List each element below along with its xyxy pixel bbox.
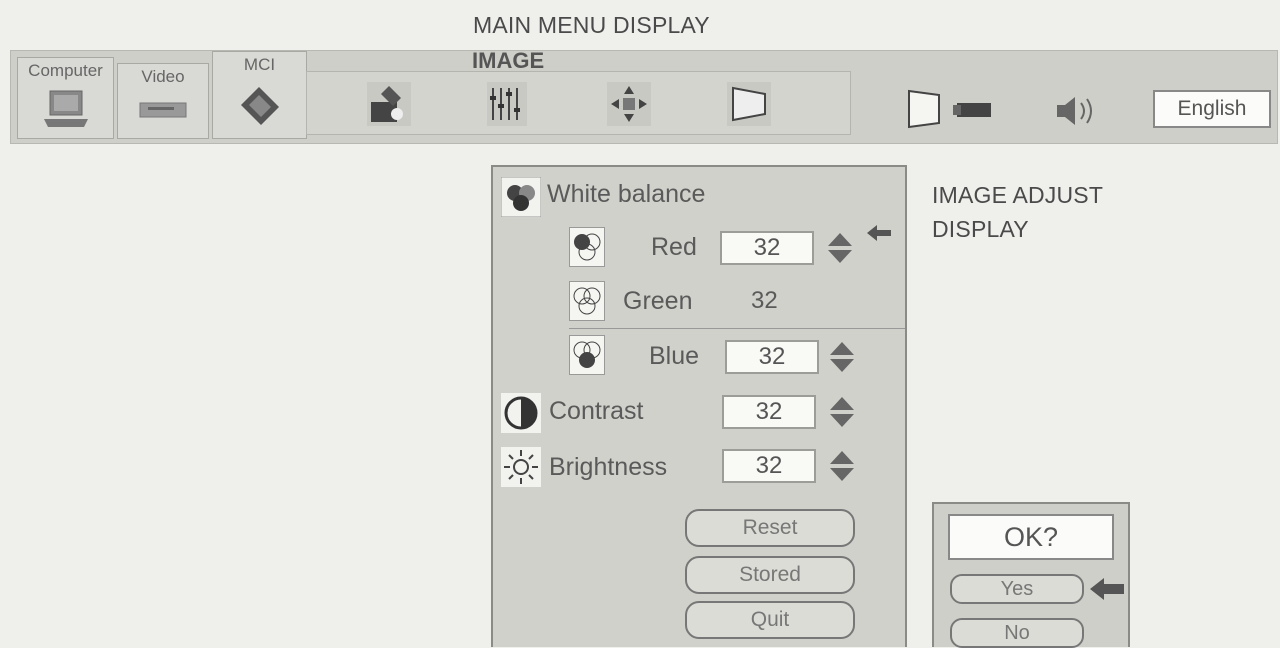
- image-adjust-icon[interactable]: [367, 82, 411, 126]
- confirm-dialog: OK? Yes No: [932, 502, 1130, 648]
- projector-icon[interactable]: [953, 95, 997, 125]
- red-stepper[interactable]: [827, 231, 853, 265]
- yes-button[interactable]: Yes: [950, 574, 1084, 604]
- contrast-label: Contrast: [549, 397, 644, 425]
- tab-mci[interactable]: MCI: [212, 51, 307, 139]
- caption-line-1: IMAGE ADJUST: [932, 182, 1104, 208]
- keystone-icon[interactable]: [727, 82, 771, 126]
- tab-video-label: Video: [141, 67, 185, 86]
- tab-video[interactable]: Video: [117, 63, 209, 139]
- laptop-icon: [43, 90, 88, 127]
- brightness-stepper[interactable]: [829, 449, 855, 483]
- stored-button[interactable]: Stored: [685, 556, 855, 594]
- green-icon: [569, 281, 605, 321]
- caption-line-2: DISPLAY: [932, 216, 1029, 242]
- confirm-title: OK?: [948, 514, 1114, 560]
- red-value-field[interactable]: 32: [720, 231, 814, 265]
- speaker-icon[interactable]: [1051, 91, 1101, 131]
- image-adjust-panel: White balance Red 32 Green 32 Blue 32 Co…: [491, 165, 907, 647]
- tab-computer[interactable]: Computer: [17, 57, 114, 139]
- image-adjust-caption: IMAGE ADJUST DISPLAY: [932, 178, 1103, 246]
- contrast-value-field[interactable]: 32: [722, 395, 816, 429]
- green-label: Green: [623, 287, 693, 315]
- mci-card-icon: [240, 87, 279, 125]
- vcr-icon: [139, 102, 187, 118]
- contrast-icon: [501, 393, 541, 433]
- blue-label: Blue: [649, 342, 700, 370]
- blue-value-field[interactable]: 32: [725, 340, 819, 374]
- divider: [569, 328, 905, 329]
- image-submenu-panel: IMAGE: [306, 48, 851, 135]
- brightness-icon: [501, 447, 541, 487]
- tab-computer-label: Computer: [28, 61, 103, 80]
- blue-stepper[interactable]: [829, 340, 855, 374]
- screen-position-icon[interactable]: [607, 82, 651, 126]
- main-menu-caption: MAIN MENU DISPLAY: [473, 12, 710, 38]
- language-button[interactable]: English: [1153, 90, 1271, 128]
- image-level-icon[interactable]: [487, 82, 527, 126]
- selection-arrow-icon: [1090, 578, 1124, 600]
- image-group-title: IMAGE: [472, 48, 545, 73]
- quit-button[interactable]: Quit: [685, 601, 855, 639]
- white-balance-icon: [501, 177, 541, 217]
- red-label: Red: [651, 233, 697, 261]
- selection-arrow-icon: [867, 225, 891, 241]
- tab-mci-label: MCI: [243, 55, 276, 74]
- contrast-stepper[interactable]: [829, 395, 855, 429]
- brightness-value-field[interactable]: 32: [722, 449, 816, 483]
- brightness-label: Brightness: [549, 453, 668, 481]
- white-balance-label: White balance: [547, 180, 706, 208]
- green-value: 32: [751, 287, 778, 314]
- screen-icon[interactable]: [906, 87, 942, 131]
- red-icon: [569, 227, 605, 267]
- no-button[interactable]: No: [950, 618, 1084, 648]
- reset-button[interactable]: Reset: [685, 509, 855, 547]
- main-menu-bar: Computer Video MCI IMAGE English: [10, 48, 1278, 144]
- blue-icon: [569, 335, 605, 375]
